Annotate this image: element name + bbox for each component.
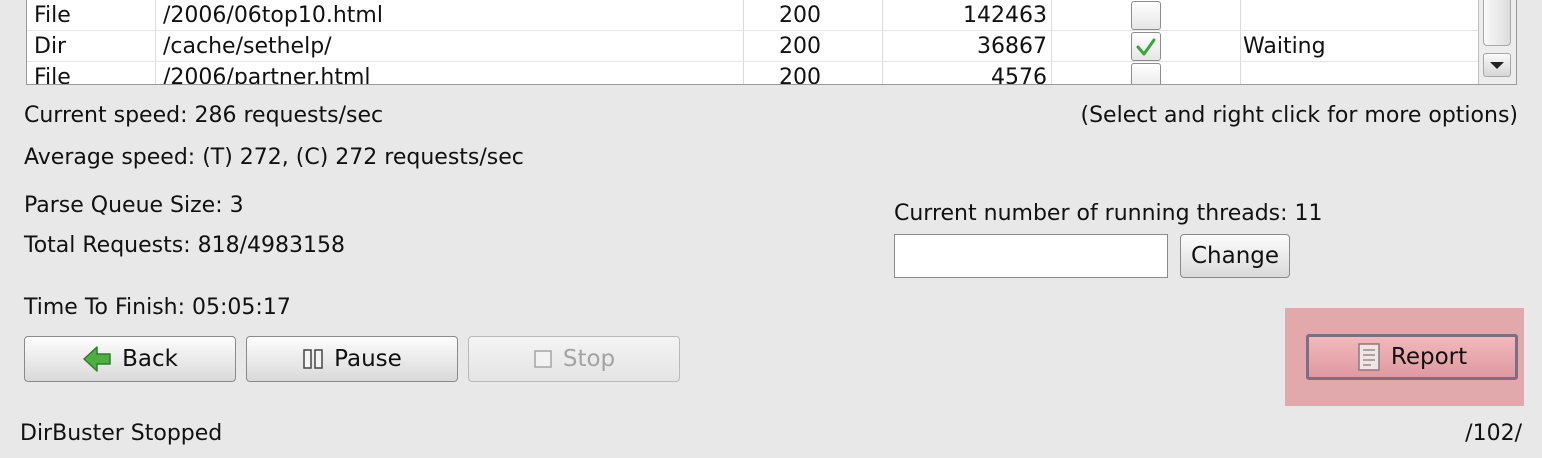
back-button[interactable]: Back [24, 336, 236, 382]
time-to-finish-label: Time To Finish: 05:05:17 [24, 295, 291, 320]
row-checkbox[interactable] [1131, 32, 1161, 61]
cell-size: 36867 [977, 34, 1047, 59]
cell-path: /2006/06top10.html [163, 3, 383, 28]
scrollbar-thumb[interactable] [1483, 0, 1511, 46]
back-button-label: Back [122, 346, 178, 372]
cell-state [1243, 62, 1473, 84]
parse-queue-label: Parse Queue Size: 3 [24, 193, 244, 218]
change-threads-button[interactable]: Change [1180, 234, 1290, 278]
table-row[interactable]: Dir /cache/sethelp/ 200 36867 Waiting [27, 31, 1479, 62]
cell-state: Waiting [1243, 34, 1326, 59]
scroll-down-button[interactable] [1483, 53, 1511, 77]
cell-type: Dir [34, 34, 67, 59]
checkmark-icon [1136, 38, 1156, 55]
cell-path: /2006/partner.html [163, 65, 371, 85]
report-button[interactable]: Report [1306, 334, 1518, 380]
pause-button-label: Pause [334, 346, 402, 372]
stop-button[interactable]: Stop [468, 336, 680, 382]
report-document-icon [1357, 343, 1381, 371]
stop-icon [533, 349, 553, 369]
current-path-indicator: /102/ [1465, 421, 1522, 446]
options-hint-label: (Select and right click for more options… [1080, 103, 1519, 128]
stop-button-label: Stop [562, 346, 616, 372]
status-text: DirBuster Stopped [20, 421, 223, 446]
pause-icon [302, 348, 324, 370]
cell-type: File [34, 3, 71, 28]
cell-state [1243, 0, 1473, 31]
total-requests-label: Total Requests: 818/4983158 [24, 233, 345, 258]
cell-status: 200 [779, 65, 821, 85]
status-bar: DirBuster Stopped /102/ [0, 414, 1542, 458]
cell-size: 142463 [963, 3, 1047, 28]
table-row[interactable]: File /2006/partner.html 200 4576 [27, 62, 1479, 85]
cell-type: File [34, 65, 71, 85]
running-threads-label: Current number of running threads: 11 [894, 201, 1323, 226]
cell-size: 4576 [991, 65, 1047, 85]
cell-status: 200 [779, 34, 821, 59]
back-arrow-icon [82, 345, 112, 373]
table-row[interactable]: File /2006/06top10.html 200 142463 [27, 0, 1479, 31]
change-button-label: Change [1190, 243, 1280, 269]
vertical-scrollbar[interactable] [1478, 0, 1516, 84]
pause-button[interactable]: Pause [246, 336, 458, 382]
cell-path: /cache/sethelp/ [163, 34, 332, 59]
scroll-down-arrow-icon [1490, 61, 1504, 69]
cell-status: 200 [779, 3, 821, 28]
row-checkbox[interactable] [1131, 1, 1161, 30]
average-speed-label: Average speed: (T) 272, (C) 272 requests… [24, 145, 524, 170]
current-speed-label: Current speed: 286 requests/sec [24, 103, 384, 128]
report-button-label: Report [1390, 344, 1468, 370]
row-checkbox[interactable] [1131, 63, 1161, 84]
threads-count-input[interactable] [894, 234, 1168, 278]
results-table: File /2006/06top10.html 200 142463 Dir /… [26, 0, 1517, 85]
